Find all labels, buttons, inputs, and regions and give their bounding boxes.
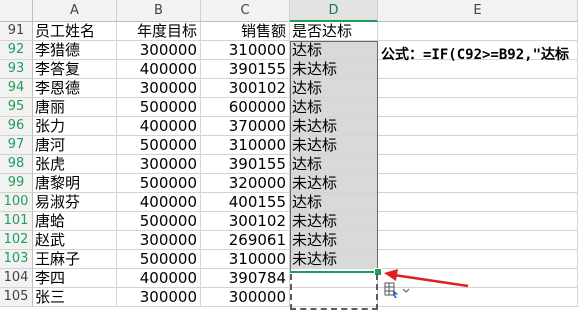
cell-b96[interactable]: 400000 <box>117 117 201 136</box>
cell-d97[interactable]: 未达标 <box>290 136 378 155</box>
cell-b98[interactable]: 300000 <box>117 155 201 174</box>
row-header-97[interactable]: 97 <box>0 136 33 155</box>
cell-b100[interactable]: 400000 <box>117 193 201 212</box>
cell-d94[interactable]: 达标 <box>290 79 378 98</box>
cell-b105[interactable]: 300000 <box>117 288 201 307</box>
cell-a97[interactable]: 唐河 <box>33 136 117 155</box>
cell-c101[interactable]: 300102 <box>201 212 290 231</box>
cell-e100[interactable] <box>378 193 578 212</box>
cell-c93[interactable]: 390155 <box>201 60 290 79</box>
cell-d100[interactable]: 达标 <box>290 193 378 212</box>
cell-a91[interactable]: 员工姓名 <box>33 22 117 41</box>
column-header-d[interactable]: D <box>290 0 378 22</box>
cell-b95[interactable]: 500000 <box>117 98 201 117</box>
row-header-103[interactable]: 103 <box>0 250 33 269</box>
cell-e94[interactable] <box>378 79 578 98</box>
cell-d101[interactable]: 未达标 <box>290 212 378 231</box>
cell-a104[interactable]: 李四 <box>33 269 117 288</box>
column-header-c[interactable]: C <box>201 0 290 22</box>
cell-d92[interactable]: 达标 <box>290 41 378 60</box>
cell-b92[interactable]: 300000 <box>117 41 201 60</box>
cell-d93[interactable]: 未达标 <box>290 60 378 79</box>
row-header-101[interactable]: 101 <box>0 212 33 231</box>
cell-a101[interactable]: 唐蛤 <box>33 212 117 231</box>
row-header-105[interactable]: 105 <box>0 288 33 307</box>
cell-c92[interactable]: 310000 <box>201 41 290 60</box>
cell-d96[interactable]: 未达标 <box>290 117 378 136</box>
row-header-94[interactable]: 94 <box>0 79 33 98</box>
cell-d102[interactable]: 未达标 <box>290 231 378 250</box>
cell-b103[interactable]: 500000 <box>117 250 201 269</box>
cell-d99[interactable]: 未达标 <box>290 174 378 193</box>
cell-e91[interactable] <box>378 22 578 41</box>
cell-b101[interactable]: 500000 <box>117 212 201 231</box>
cell-a95[interactable]: 唐丽 <box>33 98 117 117</box>
cell-e99[interactable] <box>378 174 578 193</box>
row-header-91[interactable]: 91 <box>0 22 33 41</box>
row-header-95[interactable]: 95 <box>0 98 33 117</box>
row-header-92[interactable]: 92 <box>0 41 33 60</box>
select-all-corner[interactable] <box>0 0 33 22</box>
row-header-93[interactable]: 93 <box>0 60 33 79</box>
cell-a102[interactable]: 赵武 <box>33 231 117 250</box>
row-header-102[interactable]: 102 <box>0 231 33 250</box>
row-header-100[interactable]: 100 <box>0 193 33 212</box>
cell-a93[interactable]: 李答复 <box>33 60 117 79</box>
formula-note: 公式：=IF(C92>=B92,"达标 <box>381 47 570 63</box>
cell-e95[interactable] <box>378 98 578 117</box>
cell-a94[interactable]: 李恩德 <box>33 79 117 98</box>
cell-a98[interactable]: 张虎 <box>33 155 117 174</box>
cell-c91[interactable]: 销售额 <box>201 22 290 41</box>
cell-b99[interactable]: 500000 <box>117 174 201 193</box>
cell-c105[interactable]: 300000 <box>201 288 290 307</box>
cell-b94[interactable]: 300000 <box>117 79 201 98</box>
column-header-b[interactable]: B <box>117 0 201 22</box>
cell-d95[interactable]: 达标 <box>290 98 378 117</box>
cell-a92[interactable]: 李猎德 <box>33 41 117 60</box>
cell-a99[interactable]: 唐黎明 <box>33 174 117 193</box>
cell-d91[interactable]: 是否达标 <box>290 22 378 41</box>
cell-e97[interactable] <box>378 136 578 155</box>
row-header-96[interactable]: 96 <box>0 117 33 136</box>
cell-c103[interactable]: 310000 <box>201 250 290 269</box>
column-header-a[interactable]: A <box>33 0 117 22</box>
spreadsheet: A B C D E 91 员工姓名 年度目标 销售额 是否达标 92 李猎德 300000 31… <box>0 0 578 328</box>
copy-range-marquee <box>290 274 378 310</box>
cell-b91[interactable]: 年度目标 <box>117 22 201 41</box>
cell-c94[interactable]: 300102 <box>201 79 290 98</box>
row-header-99[interactable]: 99 <box>0 174 33 193</box>
cell-c96[interactable]: 370000 <box>201 117 290 136</box>
cell-c100[interactable]: 400155 <box>201 193 290 212</box>
cell-d98[interactable]: 达标 <box>290 155 378 174</box>
column-header-e[interactable]: E <box>378 0 578 22</box>
cell-c99[interactable]: 320000 <box>201 174 290 193</box>
row-header-98[interactable]: 98 <box>0 155 33 174</box>
cell-c95[interactable]: 600000 <box>201 98 290 117</box>
cell-c104[interactable]: 390784 <box>201 269 290 288</box>
selection-bottom-edge <box>290 271 378 273</box>
cell-b93[interactable]: 400000 <box>117 60 201 79</box>
cell-b104[interactable]: 400000 <box>117 269 201 288</box>
cell-c97[interactable]: 310000 <box>201 136 290 155</box>
row-header-104[interactable]: 104 <box>0 269 33 288</box>
cell-a100[interactable]: 易淑芬 <box>33 193 117 212</box>
cell-b102[interactable]: 300000 <box>117 231 201 250</box>
cell-c102[interactable]: 269061 <box>201 231 290 250</box>
cell-e101[interactable] <box>378 212 578 231</box>
red-arrow <box>384 269 469 288</box>
cell-c98[interactable]: 390155 <box>201 155 290 174</box>
cell-e96[interactable] <box>378 117 578 136</box>
cell-d103[interactable]: 未达标 <box>290 250 378 269</box>
cell-e102[interactable] <box>378 231 578 250</box>
cell-a96[interactable]: 张力 <box>33 117 117 136</box>
cell-b97[interactable]: 500000 <box>117 136 201 155</box>
cell-a103[interactable]: 王麻子 <box>33 250 117 269</box>
cell-e98[interactable] <box>378 155 578 174</box>
cell-a105[interactable]: 张三 <box>33 288 117 307</box>
